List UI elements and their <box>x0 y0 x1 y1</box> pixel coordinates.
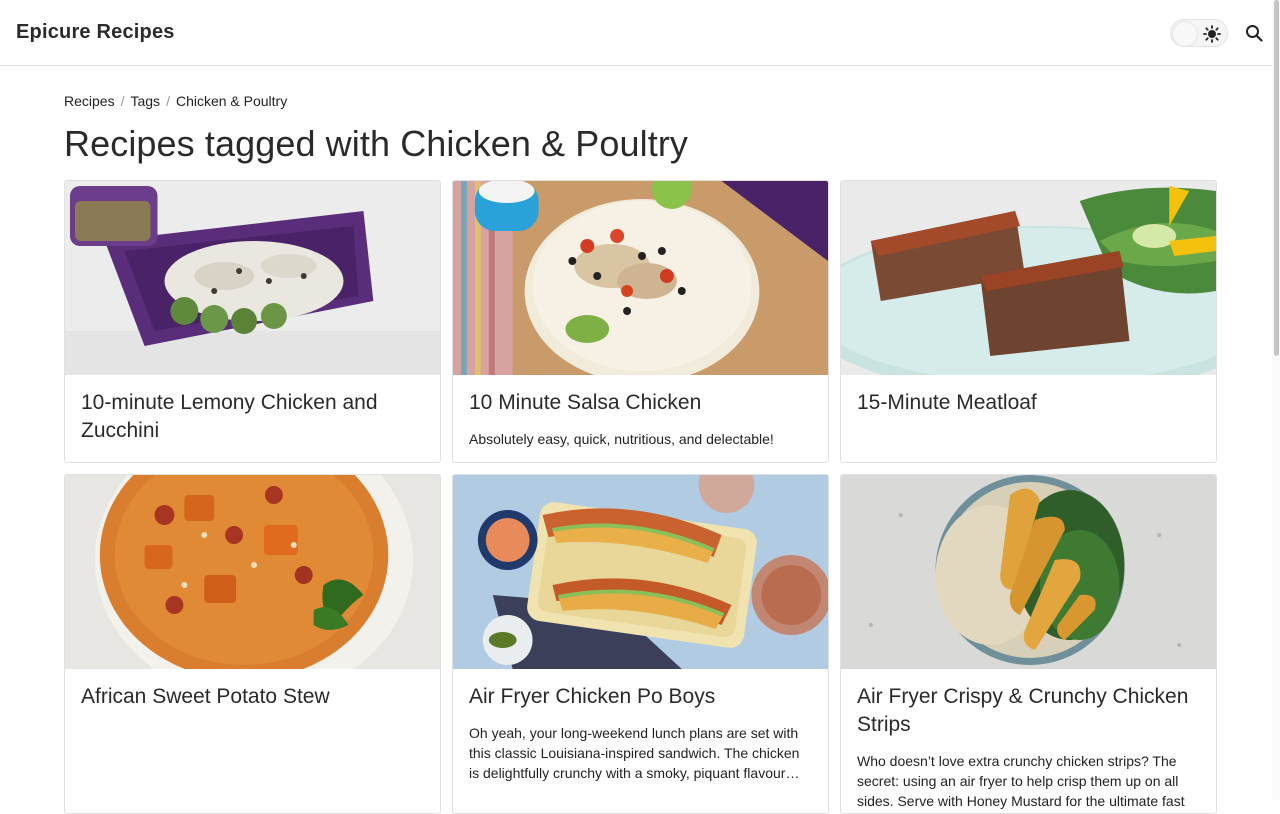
page-title: Recipes tagged with Chicken & Poultry <box>64 123 689 164</box>
card-body: Air Fryer Chicken Po Boys Oh yeah, your … <box>453 669 828 783</box>
card-body: 10 Minute Salsa Chicken Absolutely easy,… <box>453 375 828 449</box>
breadcrumb-separator: / <box>120 93 125 109</box>
recipe-title[interactable]: 10-minute Lemony Chicken and Zucchini <box>81 389 424 445</box>
breadcrumb-tags[interactable]: Tags <box>130 93 160 109</box>
recipe-image-sweet-potato-stew <box>65 475 440 669</box>
recipe-card[interactable]: 10 Minute Salsa Chicken Absolutely easy,… <box>452 180 829 463</box>
card-body: Air Fryer Crispy & Crunchy Chicken Strip… <box>841 669 1216 811</box>
recipe-image-lemony-chicken <box>65 181 440 375</box>
breadcrumb-recipes[interactable]: Recipes <box>64 93 115 109</box>
recipe-title[interactable]: Air Fryer Crispy & Crunchy Chicken Strip… <box>857 683 1200 739</box>
recipe-card[interactable]: African Sweet Potato Stew <box>64 474 441 814</box>
recipe-title[interactable]: Air Fryer Chicken Po Boys <box>469 683 812 711</box>
recipe-image-meatloaf <box>841 181 1216 375</box>
theme-toggle[interactable] <box>1170 18 1228 47</box>
card-body: 10-minute Lemony Chicken and Zucchini <box>65 375 440 445</box>
card-body: 15-Minute Meatloaf <box>841 375 1216 417</box>
recipe-card[interactable]: 15-Minute Meatloaf <box>840 180 1217 463</box>
recipe-description: Absolutely easy, quick, nutritious, and … <box>469 431 774 447</box>
search-button[interactable] <box>1244 23 1264 43</box>
search-icon <box>1246 24 1263 42</box>
recipe-image-chicken-strips <box>841 475 1216 669</box>
header-actions <box>1170 18 1264 47</box>
card-body: African Sweet Potato Stew <box>65 669 440 711</box>
breadcrumb: Recipes / Tags / Chicken & Poultry <box>64 93 1216 109</box>
sun-icon <box>1203 24 1221 43</box>
breadcrumb-separator: / <box>166 93 170 109</box>
recipe-title[interactable]: 15-Minute Meatloaf <box>857 389 1200 417</box>
recipe-description: Who doesn’t love extra crunchy chicken s… <box>857 753 1185 809</box>
site-title[interactable]: Epicure Recipes <box>16 21 175 44</box>
recipe-description: Oh yeah, your long-weekend lunch plans a… <box>469 725 800 781</box>
recipe-image-salsa-chicken <box>453 181 828 375</box>
scroll-thumb[interactable] <box>1274 0 1279 356</box>
toggle-knob <box>1172 20 1198 47</box>
recipe-card[interactable]: 10-minute Lemony Chicken and Zucchini <box>64 180 441 463</box>
top-header: Epicure Recipes <box>0 0 1280 66</box>
breadcrumb-current: Chicken & Poultry <box>175 93 288 109</box>
recipe-grid: 10-minute Lemony Chicken and Zucchini 10… <box>64 180 1217 814</box>
page-scrollbar[interactable] <box>1272 0 1280 800</box>
recipe-card[interactable]: Air Fryer Crispy & Crunchy Chicken Strip… <box>840 474 1217 814</box>
main-content: Recipes / Tags / Chicken & Poultry Recip… <box>0 93 1280 814</box>
recipe-card[interactable]: Air Fryer Chicken Po Boys Oh yeah, your … <box>452 474 829 814</box>
recipe-title[interactable]: 10 Minute Salsa Chicken <box>469 389 812 417</box>
recipe-image-chicken-po-boys <box>453 475 828 669</box>
recipe-title[interactable]: African Sweet Potato Stew <box>81 683 424 711</box>
